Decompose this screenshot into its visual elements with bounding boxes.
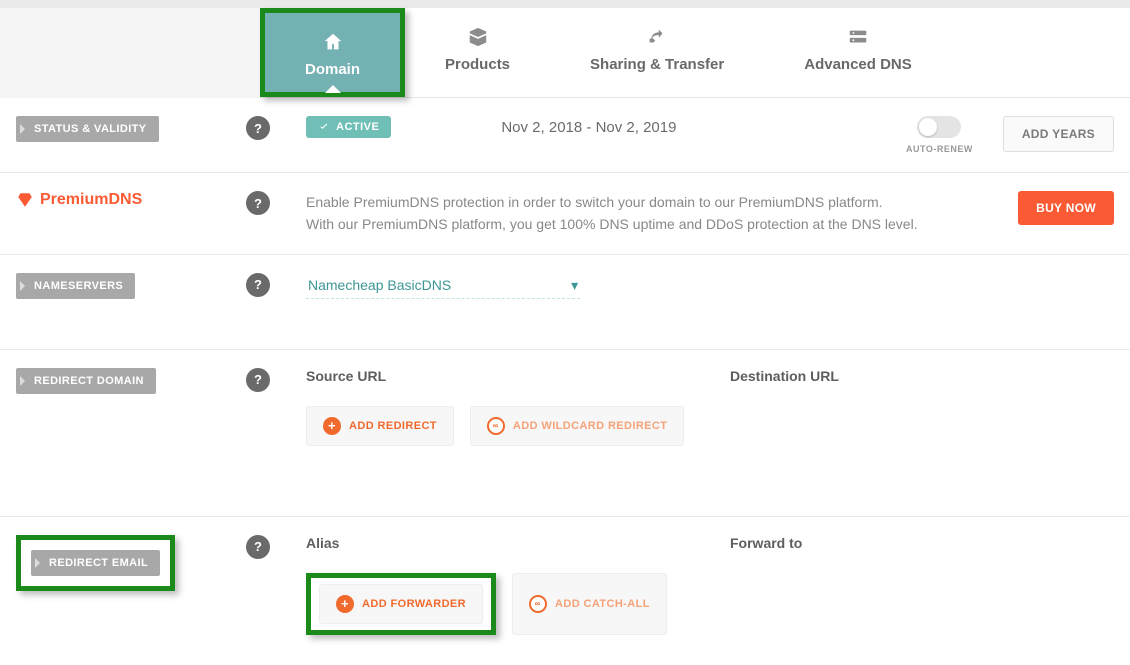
tab-products[interactable]: Products [405,8,550,97]
tab-sharing[interactable]: Sharing & Transfer [550,8,764,97]
check-icon [318,121,330,133]
redirect-email-row: REDIRECT EMAIL ? Alias Forward to + ADD … [0,517,1130,665]
tab-label: Domain [305,61,360,78]
tab-label: Advanced DNS [804,56,912,73]
status-badge: ACTIVE [306,116,391,138]
help-status[interactable]: ? [246,116,270,140]
help-nameservers[interactable]: ? [246,273,270,297]
highlight-add-forwarder: + ADD FORWARDER [306,573,496,635]
destination-url-header: Destination URL [730,368,1114,384]
add-redirect-button[interactable]: + ADD REDIRECT [306,406,454,446]
help-redirect-domain[interactable]: ? [246,368,270,392]
validity-dates: Nov 2, 2018 - Nov 2, 2019 [501,119,676,136]
tab-advanced-dns[interactable]: Advanced DNS [764,8,952,97]
highlight-redirect-email-label: REDIRECT EMAIL [16,535,175,591]
status-badge-text: ACTIVE [336,121,379,133]
tab-label: Sharing & Transfer [590,56,724,73]
status-label: STATUS & VALIDITY [16,116,159,142]
status-row: STATUS & VALIDITY ? ACTIVE Nov 2, 2018 -… [0,98,1130,173]
buy-now-button[interactable]: BUY NOW [1018,191,1114,225]
forward-to-header: Forward to [730,535,1114,551]
nameservers-label: NAMESERVERS [16,273,135,299]
tab-bar: Domain Products Sharing & Transfer Advan… [260,8,1130,98]
premiumdns-brand: PremiumDNS [16,191,142,209]
redirect-domain-row: REDIRECT DOMAIN ? Source URL Destination… [0,350,1130,517]
diamond-icon [16,191,34,209]
premium-desc-1: Enable PremiumDNS protection in order to… [306,191,998,213]
infinity-icon: ∞ [487,417,505,435]
tab-label: Products [445,56,510,73]
source-url-header: Source URL [306,368,690,384]
premiumdns-row: PremiumDNS ? Enable PremiumDNS protectio… [0,173,1130,255]
caret-down-icon: ▾ [571,277,578,294]
infinity-icon: ∞ [529,595,547,613]
plus-icon: + [323,417,341,435]
box-icon [445,26,510,48]
highlight-domain-tab: Domain [260,8,405,97]
home-icon [305,31,360,53]
add-years-button[interactable]: ADD YEARS [1003,116,1114,152]
auto-renew-toggle[interactable] [917,116,961,138]
add-catch-all-button[interactable]: ∞ ADD CATCH-ALL [512,573,667,635]
add-wildcard-redirect-button[interactable]: ∞ ADD WILDCARD REDIRECT [470,406,684,446]
nameservers-select[interactable]: Namecheap BasicDNS ▾ [306,273,580,299]
add-forwarder-button[interactable]: + ADD FORWARDER [319,584,483,624]
redirect-domain-label: REDIRECT DOMAIN [16,368,156,394]
plus-icon: + [336,595,354,613]
help-premium[interactable]: ? [246,191,270,215]
redirect-email-label: REDIRECT EMAIL [31,550,160,576]
alias-header: Alias [306,535,690,551]
server-icon [804,26,912,48]
premium-desc-2: With our PremiumDNS platform, you get 10… [306,213,998,235]
auto-renew-label: AUTO-RENEW [906,144,973,154]
tab-domain[interactable]: Domain [265,13,400,92]
nameservers-row: NAMESERVERS ? Namecheap BasicDNS ▾ [0,255,1130,350]
share-icon [590,26,724,48]
nameservers-value: Namecheap BasicDNS [308,277,451,293]
help-redirect-email[interactable]: ? [246,535,270,559]
